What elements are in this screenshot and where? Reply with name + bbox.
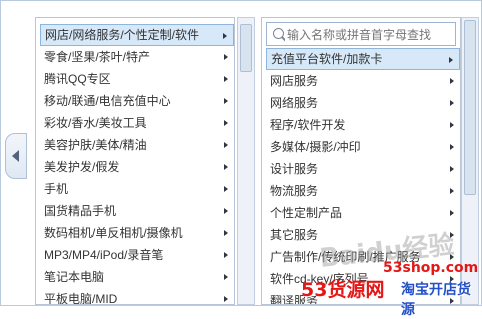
- left-item-label: 彩妆/香水/美妆工具: [44, 116, 147, 130]
- left-item-10[interactable]: MP3/MP4/iPod/录音笔: [40, 244, 234, 266]
- right-item-label: 个性定制产品: [270, 206, 343, 220]
- right-item-7[interactable]: 个性定制产品: [266, 202, 460, 224]
- chevron-right-icon: [450, 166, 454, 172]
- chevron-right-icon: [224, 76, 228, 82]
- left-item-4[interactable]: 彩妆/香水/美妆工具: [40, 112, 234, 134]
- chevron-right-icon: [224, 98, 228, 104]
- right-item-3[interactable]: 程序/软件开发: [266, 114, 460, 136]
- left-item-3[interactable]: 移动/联通/电信充值中心: [40, 90, 234, 112]
- left-item-1[interactable]: 零食/坚果/茶叶/特产: [40, 46, 234, 68]
- chevron-right-icon: [224, 274, 228, 280]
- right-item-4[interactable]: 多媒体/摄影/冲印: [266, 136, 460, 158]
- right-item-2[interactable]: 网络服务: [266, 92, 460, 114]
- right-item-label: 网店服务: [270, 74, 319, 88]
- left-item-label: MP3/MP4/iPod/录音笔: [44, 248, 164, 262]
- left-item-5[interactable]: 美容护肤/美体/精油: [40, 134, 234, 156]
- left-item-12[interactable]: 平板电脑/MID: [40, 288, 234, 305]
- right-item-1[interactable]: 网店服务: [266, 70, 460, 92]
- search-icon: [273, 28, 284, 39]
- left-scrollbar[interactable]: [237, 17, 255, 305]
- chevron-right-icon: [224, 252, 228, 258]
- chevron-right-icon: [450, 122, 454, 128]
- right-item-label: 设计服务: [270, 162, 319, 176]
- chevron-right-icon: [224, 186, 228, 192]
- right-scrollbar-thumb[interactable]: [464, 20, 476, 195]
- category-search-input[interactable]: [285, 25, 439, 45]
- chevron-right-icon: [224, 296, 228, 302]
- left-item-label: 笔记本电脑: [44, 270, 105, 284]
- left-item-label: 数码相机/单反相机/摄像机: [44, 226, 183, 240]
- brand-watermark: 53货源网: [301, 279, 385, 301]
- chevron-right-icon: [224, 164, 228, 170]
- left-item-label: 美发护发/假发: [44, 160, 120, 174]
- left-scrollbar-thumb[interactable]: [240, 24, 252, 72]
- left-item-11[interactable]: 笔记本电脑: [40, 266, 234, 288]
- left-item-label: 美容护肤/美体/精油: [44, 138, 147, 152]
- left-category-list: 网店/网络服务/个性定制/软件 零食/坚果/茶叶/特产 腾讯QQ专区 移动/联通…: [35, 17, 235, 305]
- chevron-right-icon: [450, 188, 454, 194]
- chevron-right-icon: [450, 100, 454, 106]
- chevron-right-icon: [223, 33, 227, 39]
- chevron-right-icon: [450, 210, 454, 216]
- chevron-right-icon: [449, 57, 453, 63]
- category-picker-panel: 网店/网络服务/个性定制/软件 零食/坚果/茶叶/特产 腾讯QQ专区 移动/联通…: [0, 0, 482, 318]
- left-item-label: 移动/联通/电信充值中心: [44, 94, 171, 108]
- left-item-label: 平板电脑/MID: [44, 292, 118, 305]
- chevron-right-icon: [224, 54, 228, 60]
- right-item-6[interactable]: 物流服务: [266, 180, 460, 202]
- right-item-5[interactable]: 设计服务: [266, 158, 460, 180]
- chevron-right-icon: [224, 230, 228, 236]
- right-item-label: 多媒体/摄影/冲印: [270, 140, 361, 154]
- left-item-label: 腾讯QQ专区: [44, 72, 111, 86]
- left-item-6[interactable]: 美发护发/假发: [40, 156, 234, 178]
- chevron-right-icon: [224, 208, 228, 214]
- right-item-label: 其它服务: [270, 228, 319, 242]
- right-item-0[interactable]: 充值平台软件/加款卡: [266, 48, 460, 70]
- collapse-panel-button[interactable]: [5, 133, 27, 179]
- chevron-left-icon: [12, 150, 19, 162]
- right-item-label: 网络服务: [270, 96, 319, 110]
- chevron-right-icon: [450, 144, 454, 150]
- shop-watermark: 淘宝开店货源: [401, 282, 471, 318]
- right-item-label: 充值平台软件/加款卡: [271, 52, 383, 66]
- left-item-9[interactable]: 数码相机/单反相机/摄像机: [40, 222, 234, 244]
- left-item-7[interactable]: 手机: [40, 178, 234, 200]
- right-item-label: 物流服务: [270, 184, 319, 198]
- left-item-label: 手机: [44, 182, 69, 196]
- right-item-label: 程序/软件开发: [270, 118, 346, 132]
- chevron-right-icon: [450, 78, 454, 84]
- left-item-8[interactable]: 国货精品手机: [40, 200, 234, 222]
- left-item-label: 网店/网络服务/个性定制/软件: [45, 28, 200, 42]
- left-item-label: 零食/坚果/茶叶/特产: [44, 50, 151, 64]
- left-item-label: 国货精品手机: [44, 204, 117, 218]
- left-item-0[interactable]: 网店/网络服务/个性定制/软件: [40, 24, 234, 46]
- site-url-watermark: 53shop.com: [383, 260, 479, 276]
- category-search-box[interactable]: [266, 22, 456, 46]
- chevron-right-icon: [224, 142, 228, 148]
- chevron-right-icon: [224, 120, 228, 126]
- left-item-2[interactable]: 腾讯QQ专区: [40, 68, 234, 90]
